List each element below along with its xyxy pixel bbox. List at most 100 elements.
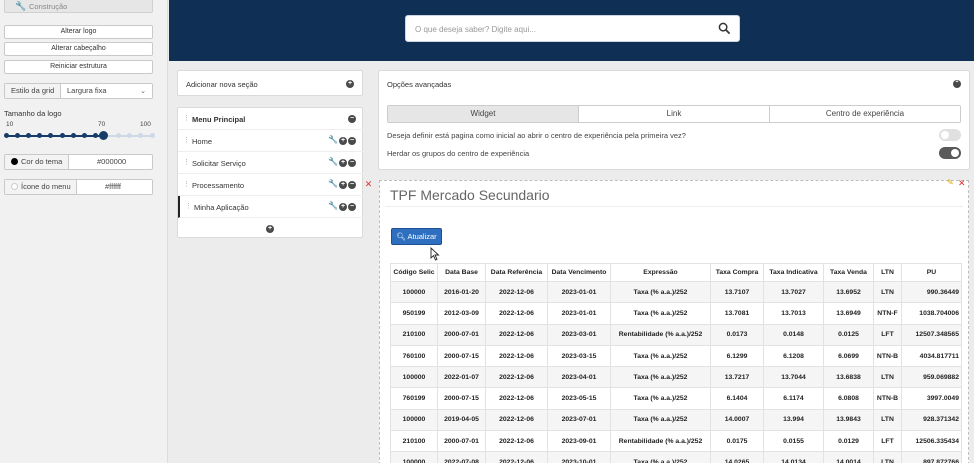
chevron-up-icon[interactable]: ⌃ <box>953 80 961 88</box>
search-icon[interactable] <box>718 22 731 35</box>
mode-tab-label: Construção <box>29 2 68 11</box>
theme-color-field[interactable]: Cor do tema #000000 <box>4 154 153 170</box>
drag-handle-icon[interactable]: ⋮ <box>183 114 190 122</box>
add-menu-item-icon[interactable]: + <box>266 225 274 233</box>
table-cell: NTN-F <box>873 302 902 325</box>
tab-experience-center[interactable]: Centro de experiência <box>770 106 960 122</box>
column-header[interactable]: Data Referência <box>485 263 548 282</box>
table-cell: NTN-B <box>873 344 902 368</box>
slider-min-label: 10 <box>6 121 14 128</box>
menu-item[interactable]: ⋮ Processamento 🔧 + − <box>178 174 363 196</box>
menu-item[interactable]: ⋮ Home 🔧 + − <box>178 130 363 152</box>
table-cell: 6.1174 <box>763 387 824 410</box>
table-cell: LTN <box>873 408 902 432</box>
table-cell: 0.0175 <box>710 430 764 453</box>
table-cell: 210100 <box>390 430 438 453</box>
column-header[interactable]: Taxa Venda <box>823 263 874 282</box>
drag-handle-icon[interactable]: ⋮ <box>185 202 192 210</box>
logo-size-slider[interactable] <box>3 131 155 140</box>
plus-icon[interactable]: + <box>339 181 347 189</box>
drag-handle-icon[interactable]: ⋮ <box>183 180 190 188</box>
widget-tpf-market: ✎ ✕ TPF Mercado Secundario 🔍︎ Atualizar … <box>379 178 969 463</box>
slider-fill <box>6 135 104 137</box>
minus-icon[interactable]: − <box>348 203 356 211</box>
inherit-groups-toggle[interactable] <box>939 147 961 159</box>
search-input[interactable]: O que deseja saber? Digite aqui... <box>405 15 740 42</box>
table-cell: LTN <box>873 280 902 304</box>
menu-item[interactable]: ⋮ Solicitar Serviço 🔧 + − <box>178 152 363 174</box>
tab-widget[interactable]: Widget <box>388 106 579 122</box>
table-cell: 2022-12-06 <box>485 451 548 463</box>
menu-item-label: Minha Aplicação <box>194 203 249 212</box>
wrench-icon[interactable]: 🔧 <box>328 135 338 144</box>
slider-step-dot <box>14 133 20 138</box>
minus-icon[interactable]: − <box>348 115 356 123</box>
drag-handle-icon[interactable]: ⋮ <box>183 158 190 166</box>
column-header[interactable]: Data Base <box>437 263 486 282</box>
table-cell: 0.0173 <box>710 323 764 346</box>
change-header-button[interactable]: Alterar cabeçalho <box>4 42 153 56</box>
advanced-options-title: Opções avançadas <box>387 80 452 89</box>
minus-icon[interactable]: − <box>348 137 356 145</box>
close-icon[interactable]: ✕ <box>364 179 373 189</box>
table-header-row: Código Selic Data Base Data Referência Data… <box>390 263 962 282</box>
plus-icon[interactable]: + <box>339 159 347 167</box>
add-section-label: Adicionar nova seção <box>186 80 258 89</box>
pencil-icon[interactable]: ✎ <box>947 178 954 187</box>
table-cell: Taxa (% a.a.)/252 <box>610 451 711 463</box>
table-cell: 2023-07-01 <box>547 408 611 432</box>
plus-icon[interactable]: + <box>339 203 347 211</box>
menu-item-label: Solicitar Serviço <box>192 159 246 168</box>
menu-icon-text: Ícone do menu <box>21 182 71 191</box>
column-header[interactable]: PU <box>901 263 962 282</box>
column-header[interactable]: Expressão <box>610 263 711 282</box>
table-cell: LFT <box>873 430 902 453</box>
table-cell: 2022-12-06 <box>485 366 548 389</box>
wrench-icon[interactable]: 🔧 <box>328 157 338 166</box>
menu-item-selected[interactable]: ⋮ Minha Aplicação 🔧 + − <box>178 196 363 218</box>
table-cell: 2023-05-15 <box>547 387 611 410</box>
table-cell: 0.0148 <box>763 323 824 346</box>
table-cell: 950199 <box>390 302 438 325</box>
wrench-icon[interactable]: 🔧 <box>328 201 338 210</box>
slider-knob[interactable] <box>98 131 108 140</box>
grid-style-select[interactable]: Estilo da grid Largura fixa ⌄ <box>4 83 153 99</box>
plus-icon[interactable]: + <box>339 137 347 145</box>
slider-step-dot <box>149 133 155 138</box>
table-cell: 0.0129 <box>823 430 874 453</box>
table-row: 210100 2000-07-01 2022-12-06 2023-03-01 Rent… <box>390 323 962 346</box>
column-header[interactable]: Data Vencimento <box>547 263 611 282</box>
slider-step-dot <box>93 133 99 138</box>
column-header[interactable]: Taxa Compra <box>710 263 764 282</box>
table-cell: 100000 <box>390 366 438 389</box>
set-home-toggle[interactable] <box>939 129 961 141</box>
add-section-card[interactable]: Adicionar nova seção + <box>177 70 363 96</box>
drag-handle-icon[interactable]: ⋮ <box>183 136 190 144</box>
slider-step-dot <box>70 133 76 138</box>
menu-editor: ⋮ Menu Principal − ⋮ Home 🔧 + − ⋮ Solicita… <box>177 107 363 238</box>
close-icon[interactable]: ✕ <box>958 178 966 189</box>
plus-icon[interactable]: + <box>346 80 354 88</box>
change-logo-button[interactable]: Alterar logo <box>4 25 153 39</box>
slider-step-dot <box>25 133 31 138</box>
table-cell: 2022-01-07 <box>437 366 486 389</box>
minus-icon[interactable]: − <box>348 181 356 189</box>
table-cell: 2023-01-01 <box>547 280 611 304</box>
refresh-search-icon: 🔍︎ <box>396 232 406 241</box>
table-cell: 2000-07-01 <box>437 430 486 453</box>
table-cell: 210100 <box>390 323 438 346</box>
minus-icon[interactable]: − <box>348 159 356 167</box>
column-header[interactable]: Código Selic <box>390 263 438 282</box>
construction-mode-tab[interactable]: 🔧 Construção <box>4 0 153 13</box>
wrench-icon[interactable]: 🔧 <box>328 179 338 188</box>
table-cell: 6.1208 <box>763 344 824 368</box>
update-button[interactable]: 🔍︎ Atualizar <box>391 228 442 245</box>
menu-icon-color-field[interactable]: Ícone do menu #ffffff <box>4 179 153 195</box>
table-cell: 2022-12-06 <box>485 387 548 410</box>
column-header[interactable]: Taxa Indicativa <box>763 263 824 282</box>
column-header[interactable]: LTN <box>873 263 902 282</box>
tab-link[interactable]: Link <box>579 106 770 122</box>
table-cell: 2022-12-06 <box>485 323 548 346</box>
header-banner: O que deseja saber? Digite aqui... <box>169 0 974 61</box>
reset-structure-button[interactable]: Reiniciar estrutura <box>4 60 153 74</box>
